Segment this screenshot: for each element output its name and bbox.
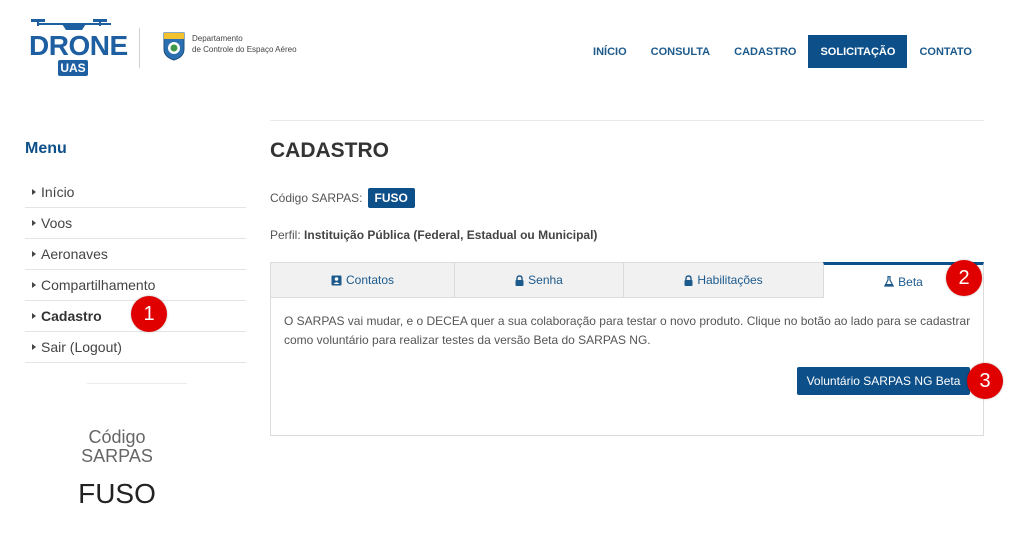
menu-list: Início Voos Aeronaves Compartilhamento C… (25, 177, 246, 363)
tab-bar: Contatos Senha Habilitações Beta (270, 262, 984, 298)
header-rule (270, 120, 984, 121)
annotation-marker-2: 2 (946, 260, 982, 296)
sidebar-item-compartilhamento[interactable]: Compartilhamento (25, 270, 246, 301)
profile-label: Perfil: (270, 228, 301, 242)
sarpas-code-line: Código SARPAS: FUSO (270, 188, 415, 208)
org-name: Departamento de Controle do Espaço Aéreo (192, 33, 297, 55)
sarpas-code-label: Código SARPAS (81, 427, 153, 466)
flask-icon (884, 276, 895, 287)
menu-title: Menu (25, 140, 67, 157)
sarpas-code-badge: FUSO (367, 188, 415, 208)
logo-word: DRONE (29, 30, 128, 61)
caret-right-icon (32, 282, 36, 288)
contact-card-icon (331, 275, 342, 285)
sidebar-item-label: Sair (Logout) (41, 339, 122, 355)
sidebar-item-sair[interactable]: Sair (Logout) (25, 332, 246, 363)
profile-value: Instituição Pública (Federal, Estadual o… (304, 228, 598, 242)
caret-right-icon (32, 313, 36, 319)
sidebar-item-aeronaves[interactable]: Aeronaves (25, 239, 246, 270)
tab-habilitacoes[interactable]: Habilitações (623, 262, 823, 298)
profile-line: Perfil: Instituição Pública (Federal, Es… (270, 228, 597, 242)
tab-label: Habilitações (697, 273, 763, 287)
tab-label: Contatos (345, 273, 395, 287)
sidebar-item-label: Aeronaves (41, 246, 108, 262)
sidebar-item-label: Voos (41, 215, 73, 231)
tab-label: Beta (898, 274, 923, 289)
decea-seal-icon (163, 32, 185, 61)
sarpas-code-box: Código SARPAS FUSO (55, 428, 179, 510)
sidebar-item-label: Cadastro (41, 308, 102, 324)
nav-consulta[interactable]: CONSULTA (639, 35, 722, 68)
lock-icon (684, 274, 693, 286)
sarpas-code-line-label: Código SARPAS: (270, 191, 363, 205)
annotation-marker-3: 3 (967, 363, 1003, 399)
sidebar-menu: Menu Início Voos Aeronaves Compartilhame… (25, 140, 246, 384)
page-title: CADASTRO (270, 139, 389, 162)
org-line-1: Departamento (192, 34, 243, 43)
caret-right-icon (32, 220, 36, 226)
nav-inicio[interactable]: INÍCIO (581, 35, 639, 68)
nav-solicitacao[interactable]: SOLICITAÇÃO (808, 35, 908, 68)
caret-right-icon (32, 344, 36, 350)
nav-contato[interactable]: CONTATO (907, 35, 984, 68)
nav-cadastro[interactable]: CADASTRO (722, 35, 808, 68)
caret-right-icon (32, 189, 36, 195)
tab-senha[interactable]: Senha (454, 262, 623, 298)
sidebar-item-voos[interactable]: Voos (25, 208, 246, 239)
tab-contatos[interactable]: Contatos (270, 262, 454, 298)
org-line-2: de Controle do Espaço Aéreo (192, 45, 297, 54)
sarpas-code-value: FUSO (78, 478, 156, 509)
sidebar-divider (87, 383, 187, 384)
beta-volunteer-button[interactable]: Voluntário SARPAS NG Beta (797, 367, 970, 395)
logo-sub: UAS (58, 60, 88, 76)
beta-tab-panel: O SARPAS vai mudar, e o DECEA quer a sua… (270, 297, 984, 436)
drone-uas-logo[interactable]: DRONE UAS (27, 16, 128, 78)
caret-right-icon (32, 251, 36, 257)
lock-icon (515, 274, 524, 286)
header-divider (139, 28, 140, 68)
sidebar-item-label: Início (41, 184, 75, 200)
sidebar-item-inicio[interactable]: Início (25, 177, 246, 208)
beta-description: O SARPAS vai mudar, e o DECEA quer a sua… (284, 314, 971, 347)
tab-label: Senha (528, 273, 563, 287)
annotation-marker-1: 1 (131, 296, 167, 332)
site-header: DRONE UAS Departamento de Controle do Es… (0, 0, 1024, 100)
sidebar-item-label: Compartilhamento (41, 277, 156, 293)
top-nav: INÍCIO CONSULTA CADASTRO SOLICITAÇÃO CON… (581, 35, 984, 68)
